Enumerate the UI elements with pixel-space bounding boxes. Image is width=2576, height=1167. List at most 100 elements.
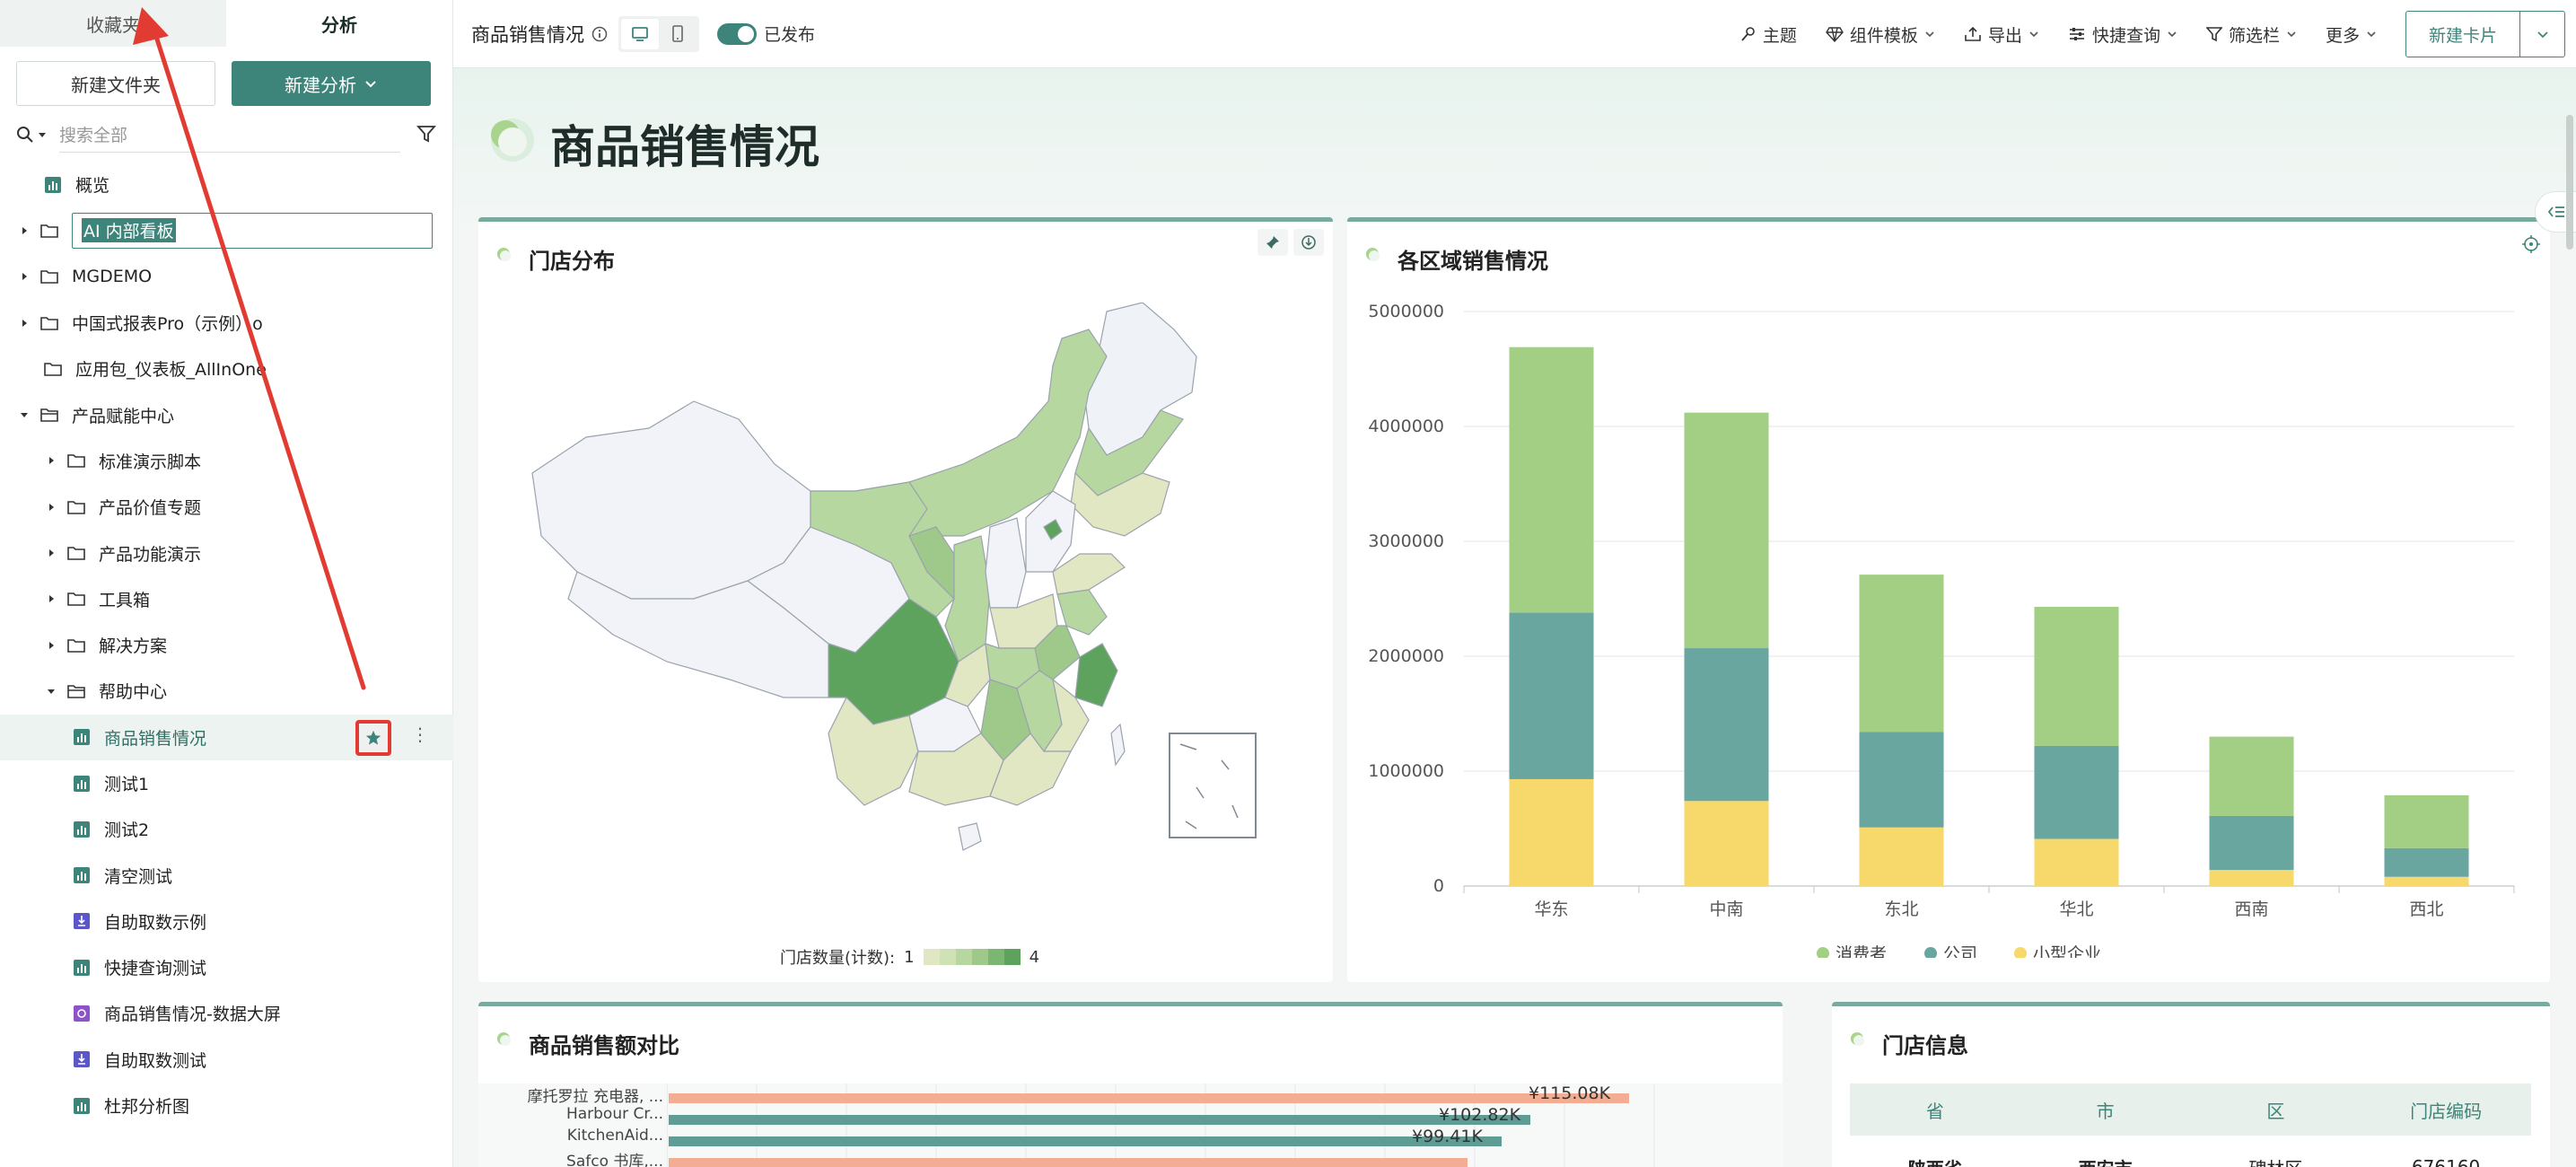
compare-bar (669, 1115, 1530, 1125)
leaf-dot-icon (1366, 248, 1380, 261)
caret-down-icon[interactable] (16, 407, 32, 423)
more-label: 更多 (2325, 25, 2360, 46)
tree-item-label: 商品销售情况 (104, 728, 207, 749)
tree-item[interactable]: 测试1 (0, 760, 453, 806)
tree-item[interactable]: 快捷查询测试 (0, 944, 453, 990)
tree-folder[interactable]: 帮助中心 (0, 668, 453, 714)
quick-query-label: 快捷查询 (2091, 25, 2160, 46)
vertical-scrollbar[interactable] (2566, 115, 2573, 250)
card-title: 各区域销售情况 (1398, 249, 1548, 274)
quick-query-menu[interactable]: 快捷查询 (2068, 22, 2177, 47)
card-title: 门店信息 (1882, 1033, 1968, 1058)
compare-value-label: ¥115.08K (1529, 1084, 1611, 1103)
tab-analysis[interactable]: 分析 (226, 0, 452, 47)
tree-item[interactable]: 概览 (0, 162, 453, 207)
desktop-view-button[interactable] (621, 18, 659, 49)
y-tick-label: 4000000 (1368, 417, 1444, 436)
tree-folder[interactable]: MGDEMO (0, 254, 453, 300)
new-analysis-button[interactable]: 新建分析 (232, 61, 431, 106)
table-row[interactable]: 陕西省 西安市 碑林区 676160 (1850, 1141, 2531, 1167)
mobile-icon (672, 24, 683, 42)
caret-right-icon[interactable] (16, 223, 32, 239)
tree-folder[interactable]: AI 内部看板 (0, 207, 453, 253)
filter-icon[interactable] (416, 124, 436, 144)
tree-item-label: 产品价值专题 (99, 498, 202, 519)
tree-folder[interactable]: 标准演示脚本 (0, 438, 453, 484)
drill-button[interactable] (1293, 229, 1324, 256)
compare-bar (669, 1136, 1502, 1146)
pin-button[interactable] (1257, 229, 1288, 256)
column-header[interactable]: 市 (2020, 1084, 2191, 1136)
more-options-icon[interactable]: ⋮ (411, 725, 429, 743)
tree-item[interactable]: 杜邦分析图 (0, 1083, 453, 1128)
favorite-star-button[interactable] (355, 719, 391, 756)
search-scope-dropdown[interactable] (16, 126, 59, 144)
tree-folder[interactable]: 中国式报表Pro（示例）o (0, 300, 453, 346)
tree-folder[interactable]: 工具箱 (0, 576, 453, 622)
locate-icon[interactable] (2521, 234, 2541, 254)
tree-folder[interactable]: 产品功能演示 (0, 530, 453, 575)
info-icon[interactable] (591, 26, 608, 42)
tree-folder[interactable]: 解决方案 (0, 622, 453, 668)
tree-item-label: 标准演示脚本 (99, 452, 202, 472)
map-region[interactable] (1110, 723, 1126, 767)
x-tick-label: 华北 (2059, 899, 2093, 919)
tree-folder[interactable]: 产品价值专题 (0, 484, 453, 530)
column-header[interactable]: 省 (1850, 1084, 2020, 1136)
chevron-down-icon (2287, 31, 2296, 38)
caret-down-icon[interactable] (43, 683, 59, 699)
column-header[interactable]: 区 (2191, 1084, 2361, 1136)
bar-segment (1509, 612, 1594, 779)
tree-item[interactable]: 商品销售情况 ⋮ (0, 714, 453, 760)
caret-right-icon[interactable] (43, 591, 59, 607)
sliders-icon (2069, 28, 2084, 40)
tree-item[interactable]: 测试2 (0, 806, 453, 852)
caret-right-icon[interactable] (43, 545, 59, 561)
tree-item[interactable]: 自助取数示例 (0, 899, 453, 944)
chevron-down-icon (2029, 31, 2038, 38)
new-folder-button[interactable]: 新建文件夹 (16, 61, 215, 106)
caret-right-icon[interactable] (16, 315, 32, 331)
map-region[interactable] (1052, 553, 1126, 595)
caret-right-icon[interactable] (43, 452, 59, 469)
publish-toggle[interactable] (717, 22, 757, 45)
map-region[interactable] (958, 822, 982, 851)
search-input[interactable]: 搜索全部 (59, 117, 400, 153)
caret-right-icon[interactable] (43, 499, 59, 515)
tree-folder[interactable]: 产品赋能中心 (0, 391, 453, 437)
file-tree: 概览 AI 内部看板 MGDEMO 中国式报表Pro（示例）o 应用包_仪表板_AllI… (0, 162, 453, 1128)
filter-bar-menu[interactable]: 筛选栏 (2205, 22, 2297, 47)
column-header[interactable]: 门店编码 (2361, 1084, 2531, 1136)
tree-item[interactable]: 清空测试 (0, 852, 453, 898)
map-region[interactable] (1083, 303, 1197, 456)
bar-segment (1509, 778, 1594, 886)
theme-menu[interactable]: 主题 (1740, 22, 1797, 47)
screen-icon (72, 1004, 92, 1023)
tab-favorites[interactable]: 收藏夹 (0, 0, 226, 47)
table-cell: 西安市 (2020, 1141, 2191, 1167)
tree-folder[interactable]: 应用包_仪表板_AllInOne (0, 346, 453, 391)
caret-right-icon[interactable] (16, 268, 32, 285)
more-menu[interactable]: 更多 (2326, 22, 2377, 47)
tree-item-label: 测试1 (104, 775, 150, 794)
bar-segment (2034, 745, 2119, 839)
map-region[interactable] (531, 400, 811, 600)
mobile-view-button[interactable] (659, 19, 697, 49)
china-map[interactable] (514, 303, 1295, 877)
caret-right-icon[interactable] (43, 637, 59, 654)
tree-item[interactable]: 商品销售情况-数据大屏 (0, 990, 453, 1036)
card-title: 门店分布 (529, 249, 615, 274)
folder-icon (66, 589, 86, 609)
new-card-dropdown[interactable] (2519, 12, 2564, 57)
component-template-menu[interactable]: 组件模板 (1826, 22, 1935, 47)
export-menu[interactable]: 导出 (1964, 22, 2039, 47)
rename-input[interactable]: AI 内部看板 (72, 212, 433, 249)
y-tick-label: 5000000 (1368, 302, 1444, 321)
new-card-button[interactable]: 新建卡片 (2406, 12, 2519, 57)
bar-segment (1684, 648, 1769, 802)
chevron-down-icon (1925, 31, 1934, 38)
map-region[interactable] (1074, 643, 1118, 707)
folder-icon (66, 636, 86, 655)
map-region[interactable] (985, 517, 1027, 609)
tree-item[interactable]: 自助取数测试 (0, 1037, 453, 1083)
